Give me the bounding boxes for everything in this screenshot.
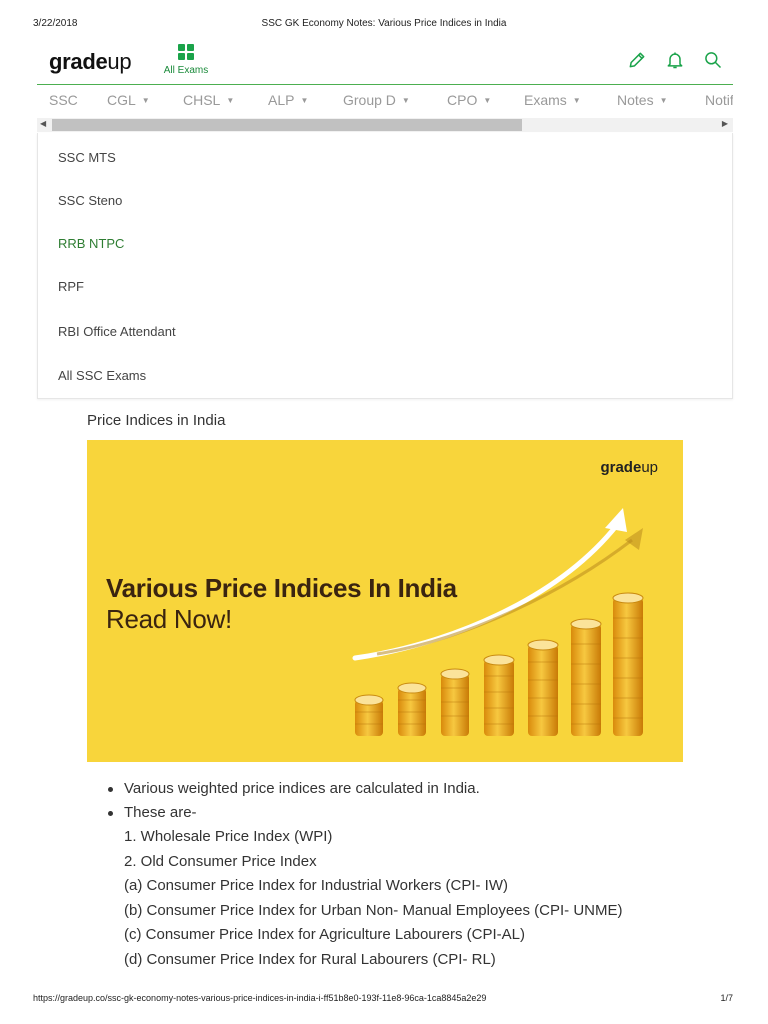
nav-item-cpo[interactable]: CPO ▼: [447, 92, 491, 108]
search-icon[interactable]: [703, 50, 723, 70]
list-item: (b) Consumer Price Index for Urban Non- …: [124, 901, 623, 919]
section-title: Price Indices in India: [87, 412, 226, 429]
chevron-down-icon: ▼: [141, 96, 150, 105]
grid-icon: [178, 44, 194, 60]
page-number: 1/7: [720, 993, 733, 1003]
list-item: (d) Consumer Price Index for Rural Labou…: [124, 950, 496, 968]
dropdown-item-rbi-office-attendant[interactable]: RBI Office Attendant: [58, 324, 176, 339]
dropdown-item-rpf[interactable]: RPF: [58, 279, 84, 294]
print-header: 3/22/2018 SSC GK Economy Notes: Various …: [0, 18, 768, 32]
nav-item-group-d[interactable]: Group D ▼: [343, 92, 410, 108]
chevron-down-icon: ▼: [300, 96, 309, 105]
pencil-icon[interactable]: [627, 50, 647, 70]
exam-dropdown-menu: SSC MTS SSC Steno RRB NTPC RPF RBI Offic…: [37, 133, 733, 399]
chevron-down-icon: ▼: [483, 96, 492, 105]
chevron-down-icon: ▼: [659, 96, 668, 105]
all-exams-label: All Exams: [163, 65, 209, 76]
list-item: (c) Consumer Price Index for Agriculture…: [124, 926, 525, 943]
print-url: https://gradeup.co/ssc-gk-economy-notes-…: [33, 993, 487, 1003]
list-item: 2. Old Consumer Price Index: [124, 852, 317, 870]
all-exams-button[interactable]: All Exams: [160, 44, 212, 76]
scrollbar-thumb[interactable]: [52, 119, 522, 131]
list-item: 1. Wholesale Price Index (WPI): [124, 828, 333, 845]
print-footer: https://gradeup.co/ssc-gk-economy-notes-…: [0, 993, 768, 1007]
dropdown-item-ssc-steno[interactable]: SSC Steno: [58, 193, 122, 208]
article-content: Various weighted price indices are calcu…: [106, 778, 706, 973]
banner-subheadline: Read Now!: [106, 604, 232, 634]
nav-scrollbar[interactable]: ◀ ▶: [37, 118, 733, 132]
nav-item-cgl[interactable]: CGL ▼: [107, 92, 150, 108]
list-item: These are-: [106, 802, 706, 826]
banner-headline: Various Price Indices In India: [106, 573, 457, 603]
list-item: (a) Consumer Price Index for Industrial …: [124, 877, 508, 894]
scroll-right-icon[interactable]: ▶: [722, 119, 728, 128]
nav-item-ssc[interactable]: SSC: [49, 92, 84, 108]
nav-item-chsl[interactable]: CHSL ▼: [183, 92, 234, 108]
gradeup-logo[interactable]: gradeup: [49, 49, 132, 75]
nav-item-exams[interactable]: Exams ▼: [524, 92, 581, 108]
chevron-down-icon: ▼: [226, 96, 235, 105]
article-banner: gradeup Various Price Indices In India R…: [87, 440, 683, 762]
dropdown-item-ssc-mts[interactable]: SSC MTS: [58, 150, 116, 165]
nav-item-notifications[interactable]: Notifications: [705, 92, 733, 108]
print-title: SSC GK Economy Notes: Various Price Indi…: [261, 18, 507, 29]
dropdown-item-all-ssc-exams[interactable]: All SSC Exams: [58, 368, 146, 383]
header-actions: [627, 50, 723, 70]
dropdown-item-rrb-ntpc[interactable]: RRB NTPC: [58, 236, 124, 251]
exam-nav: SSC CGL ▼ CHSL ▼ ALP ▼ Group D ▼ CPO ▼ Exams ▼…: [37, 86, 733, 116]
chevron-down-icon: ▼: [401, 96, 410, 105]
bell-icon[interactable]: [665, 50, 685, 70]
site-header: gradeup All Exams: [37, 40, 733, 85]
scroll-left-icon[interactable]: ◀: [40, 119, 46, 128]
nav-item-alp[interactable]: ALP ▼: [268, 92, 308, 108]
chevron-down-icon: ▼: [572, 96, 581, 105]
nav-item-notes[interactable]: Notes ▼: [617, 92, 668, 108]
list-item: Various weighted price indices are calcu…: [106, 778, 706, 802]
banner-gradeup-logo: gradeup: [600, 459, 658, 476]
